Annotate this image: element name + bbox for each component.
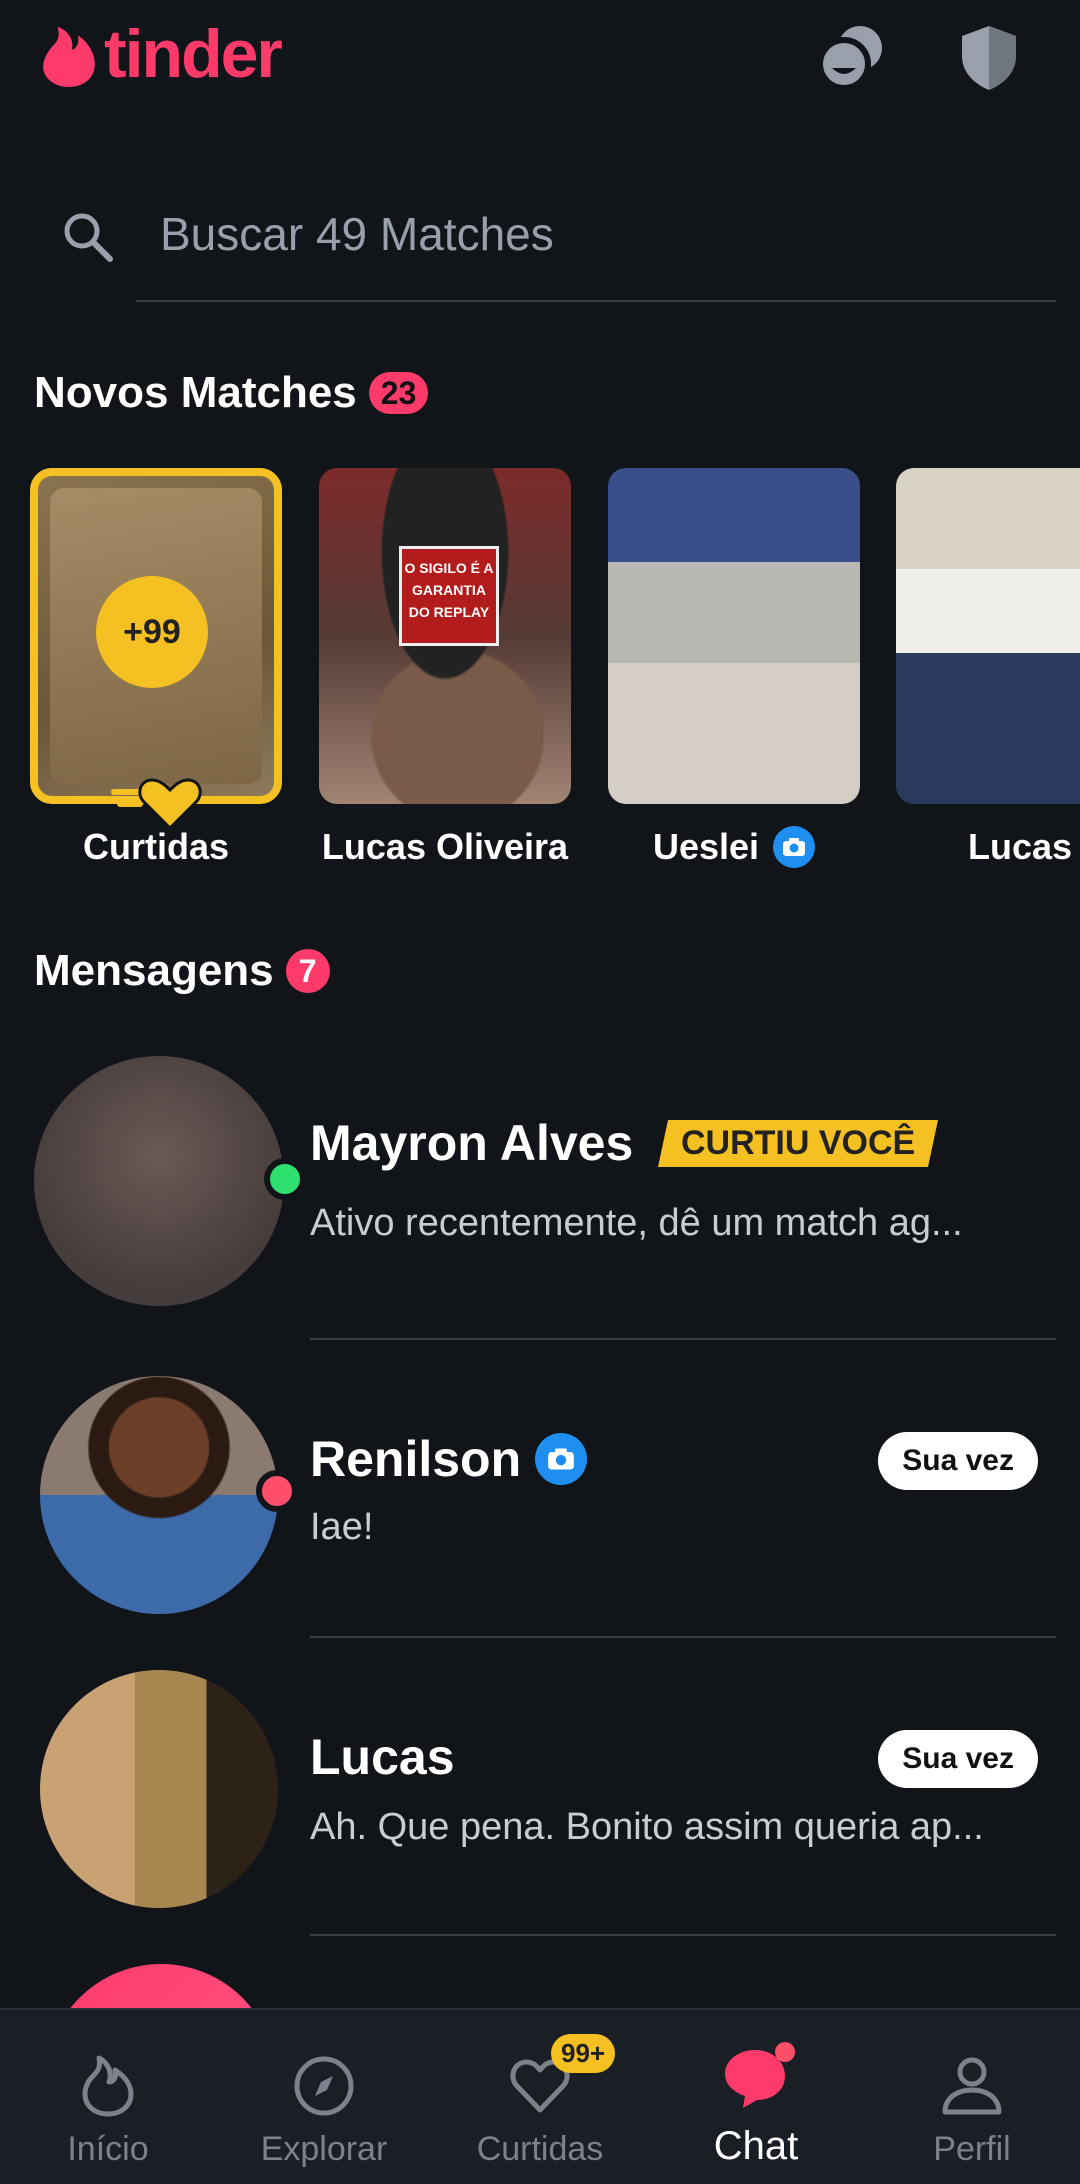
avatar-mayron-alves [34,1056,284,1306]
message-divider [310,1636,1056,1638]
new-message-dot [775,2042,795,2062]
liked-you-badge: CURTIU VOCÊ [658,1119,939,1167]
camera-verified-icon [535,1433,588,1485]
online-status-dot [264,1158,306,1200]
match-photo-ueslei[interactable] [608,468,860,804]
message-name-row: Mayron Alves CURTIU VOCÊ [310,1114,939,1172]
message-row-mayron-alves[interactable]: Mayron Alves CURTIU VOCÊ Ativo recenteme… [0,1052,1080,1342]
messages-count-badge: 7 [285,949,330,993]
likes-card[interactable]: +99 [30,468,282,804]
avatar-renilson [40,1376,278,1614]
search-input[interactable] [96,199,996,269]
nav-curtidas[interactable]: 99+ Curtidas [432,2010,648,2184]
nav-label: Chat [713,2124,799,2168]
nav-inicio[interactable]: Início [0,2010,216,2184]
messages-title: Mensagens [34,946,274,995]
match-name-ueslei: Ueslei [652,826,760,867]
nav-explorar[interactable]: Explorar [216,2010,432,2184]
match-photo-lucas[interactable] [896,468,1080,804]
nav-label: Perfil [933,2130,1011,2168]
profile-icon [942,2057,1002,2115]
new-matches-carousel[interactable]: +99 Curtidas O SIGILO É A GARANTIA DO RE… [0,468,1080,888]
match-photo-lucas-oliveira[interactable]: O SIGILO É A GARANTIA DO REPLAY [319,468,571,804]
message-preview: Iae! [310,1506,374,1548]
search-bar[interactable] [60,185,1060,300]
nav-label: Curtidas [476,2130,604,2168]
safety-shield-icon[interactable] [952,20,1026,94]
match-name-lucas-oliveira: Lucas Oliveira [321,826,569,867]
avatar-lucas [40,1670,278,1908]
gold-heart-icon [111,778,202,831]
nav-perfil[interactable]: Perfil [864,2010,1080,2184]
recently-active-dot [256,1470,298,1512]
message-divider [310,1934,1056,1936]
nav-chat[interactable]: Chat [648,2010,864,2184]
message-row-renilson[interactable]: Renilson Sua vez Iae! [0,1350,1080,1640]
double-match-icon[interactable] [816,20,890,94]
message-divider [310,1338,1056,1340]
likes-label: Curtidas [82,826,230,867]
compass-icon [294,2056,354,2116]
message-name: Mayron Alves [310,1115,634,1171]
match-name-ueslei-row: Ueslei [608,826,860,868]
flame-logo-icon [43,26,95,87]
new-matches-header: Novos Matches 23 [34,368,429,418]
cap-print: O SIGILO É A GARANTIA DO REPLAY [399,546,499,646]
heart-icon-wrap: 99+ [505,2034,616,2120]
match-name-lucas: Lucas [967,826,1073,867]
logo-text: tinder [104,16,283,92]
tinder-logo: tinder [40,16,283,92]
nav-label: Explorar [260,2130,388,2168]
message-name: Renilson [310,1431,522,1487]
messages-header: Mensagens 7 [34,946,330,996]
new-matches-title: Novos Matches [34,368,357,417]
message-name: Lucas [310,1729,455,1785]
bottom-navigation: Início Explorar 99+ Curtidas Chat Perfil [0,2008,1080,2184]
likes-count: +99 [96,576,208,688]
your-turn-badge: Sua vez [878,1432,1038,1490]
likes-count-badge: 99+ [551,2034,616,2073]
new-matches-count-badge: 23 [368,372,429,414]
search-underline [136,300,1056,302]
your-turn-badge: Sua vez [878,1730,1038,1788]
chat-icon-wrap [721,2042,795,2114]
message-row-lucas[interactable]: Lucas Sua vez Ah. Que pena. Bonito assim… [0,1648,1080,1938]
camera-verified-icon [773,826,816,868]
message-name-row: Renilson [310,1430,588,1488]
nav-label: Início [67,2130,149,2168]
message-preview: Ah. Que pena. Bonito assim queria ap... [310,1806,984,1848]
app-header: tinder [0,0,1080,120]
flame-icon [82,2055,134,2117]
message-preview: Ativo recentemente, dê um match ag... [310,1202,963,1244]
